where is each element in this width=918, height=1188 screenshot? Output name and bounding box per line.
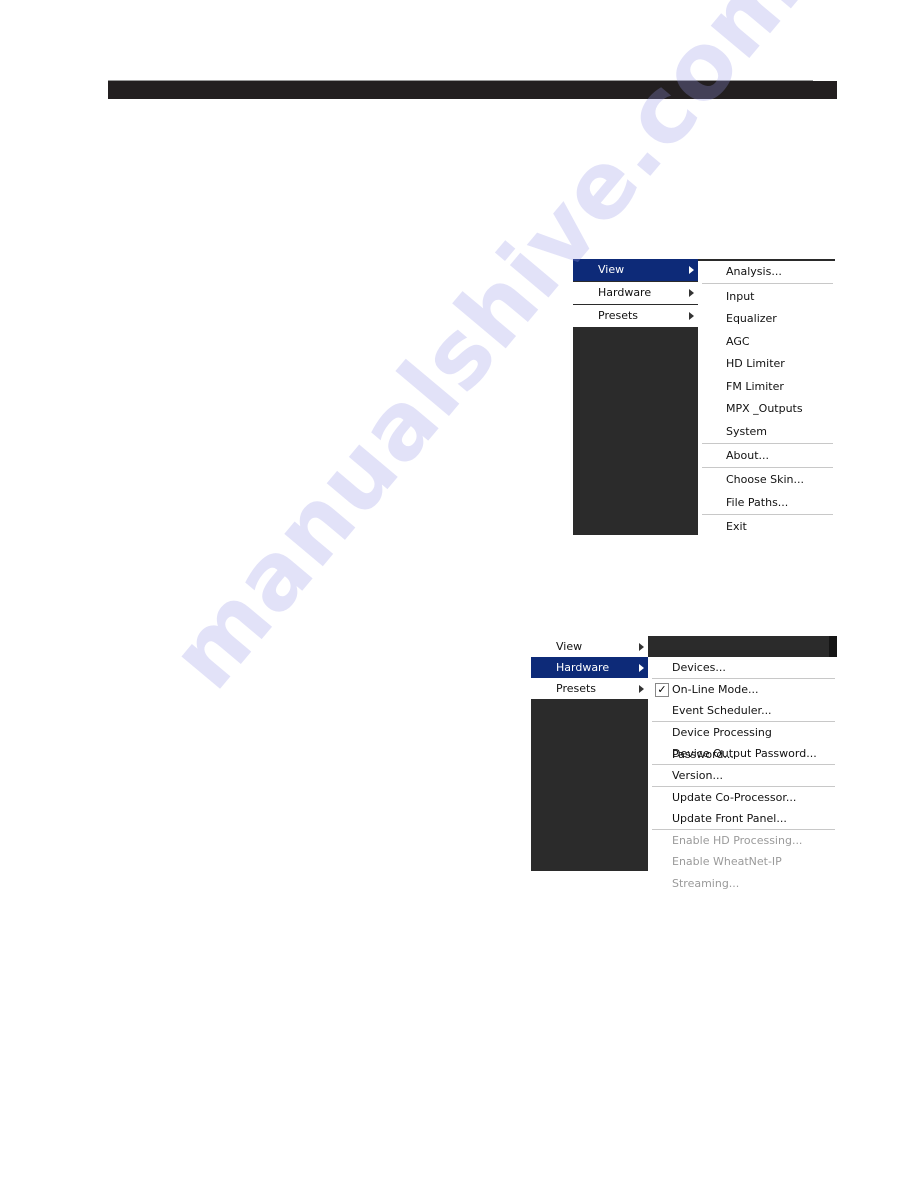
menu-separator [702, 514, 833, 515]
submenu-item-about[interactable]: About... [698, 445, 835, 467]
menu-item-label: Presets [556, 682, 597, 695]
menu-item-label: MPX _Outputs [726, 402, 803, 415]
submenu-item-update-front-panel[interactable]: Update Front Panel... [648, 808, 837, 830]
menu-separator [702, 467, 833, 468]
submenu-item-fm-limiter[interactable]: FM Limiter [698, 376, 835, 398]
submenu-item-analysis[interactable]: Analysis... [698, 261, 835, 283]
submenu-item-choose-skin[interactable]: Choose Skin... [698, 469, 835, 491]
menu-item-label: Equalizer [726, 312, 777, 325]
submenu-arrow-icon [689, 266, 694, 274]
submenu-item-online-mode[interactable]: ✓ On-Line Mode... [648, 679, 837, 701]
menu-item-label: Analysis... [726, 265, 782, 278]
main-menu: View Hardware Presets [531, 636, 648, 871]
submenu-item-exit[interactable]: Exit [698, 516, 835, 538]
submenu-arrow-icon [639, 643, 644, 651]
submenu-item-equalizer[interactable]: Equalizer [698, 308, 835, 330]
main-menu-item-hardware[interactable]: Hardware [531, 657, 648, 678]
menu-item-label: Device Output Password... [672, 747, 817, 760]
submenu-item-event-scheduler[interactable]: Event Scheduler... [648, 700, 837, 722]
submenu-item-agc[interactable]: AGC [698, 331, 835, 353]
hardware-submenu: Devices... ✓ On-Line Mode... Event Sched… [648, 657, 837, 890]
main-menu-item-view[interactable]: View [573, 259, 698, 281]
submenu-arrow-icon [639, 685, 644, 693]
submenu-arrow-icon [689, 312, 694, 320]
menu-item-label: Enable WheatNet-IP Streaming... [672, 855, 782, 890]
submenu-item-hd-limiter[interactable]: HD Limiter [698, 353, 835, 375]
submenu-item-version[interactable]: Version... [648, 765, 837, 787]
menu-item-label: File Paths... [726, 496, 789, 509]
main-menu-item-hardware[interactable]: Hardware [573, 282, 698, 304]
menu-item-label: System [726, 425, 768, 438]
menu-item-label: Devices... [672, 661, 726, 674]
menu-item-label: Input [726, 290, 755, 303]
submenu-item-enable-hd-processing: Enable HD Processing... [648, 830, 837, 852]
menu-item-label: On-Line Mode... [672, 683, 759, 696]
menu-item-label: AGC [726, 335, 750, 348]
menu-item-label: Hardware [556, 661, 610, 674]
submenu-item-update-co-processor[interactable]: Update Co-Processor... [648, 787, 837, 809]
titlebar-edge [829, 636, 837, 657]
menu-item-label: Update Front Panel... [672, 812, 787, 825]
main-menu-item-presets[interactable]: Presets [531, 678, 648, 699]
menu-item-label: FM Limiter [726, 380, 784, 393]
submenu-item-device-output-password[interactable]: Device Output Password... [648, 743, 837, 765]
menu-item-label: Choose Skin... [726, 473, 804, 486]
check-icon: ✓ [655, 683, 669, 697]
submenu-item-system[interactable]: System [698, 421, 835, 443]
main-menu-item-view[interactable]: View [531, 636, 648, 657]
view-menu-screenshot: View Hardware Presets Analysis... Input … [573, 259, 836, 536]
submenu-item-device-processing-password[interactable]: Device Processing Password... [648, 722, 837, 761]
submenu-item-mpx-outputs[interactable]: MPX _Outputs [698, 398, 835, 420]
menu-item-label: View [598, 263, 625, 276]
menu-item-label: HD Limiter [726, 357, 785, 370]
menu-item-label: Version... [672, 769, 723, 782]
window-titlebar [648, 636, 837, 657]
menu-item-label: About... [726, 449, 770, 462]
submenu-item-devices[interactable]: Devices... [648, 657, 837, 679]
page-header-bar [108, 80, 837, 99]
submenu-item-enable-wheatnet-ip-streaming: Enable WheatNet-IP Streaming... [648, 851, 837, 890]
submenu-item-input[interactable]: Input [698, 286, 835, 308]
submenu-item-file-paths[interactable]: File Paths... [698, 492, 835, 514]
main-menu: View Hardware Presets [573, 259, 698, 535]
menu-item-label: Exit [726, 520, 747, 533]
view-submenu: Analysis... Input Equalizer AGC HD Limit… [698, 261, 835, 536]
hardware-menu-screenshot: View Hardware Presets Devices... ✓ On-Li… [531, 636, 837, 890]
main-menu-item-presets[interactable]: Presets [573, 305, 698, 327]
menu-item-label: Presets [598, 309, 639, 322]
menu-item-label: View [556, 640, 583, 653]
submenu-arrow-icon [639, 664, 644, 672]
menu-item-label: Enable HD Processing... [672, 834, 803, 847]
submenu-arrow-icon [689, 289, 694, 297]
menu-item-label: Event Scheduler... [672, 704, 772, 717]
menu-item-label: Update Co-Processor... [672, 791, 797, 804]
menu-separator [702, 443, 833, 444]
menu-separator [702, 283, 833, 284]
menu-item-label: Hardware [598, 286, 652, 299]
